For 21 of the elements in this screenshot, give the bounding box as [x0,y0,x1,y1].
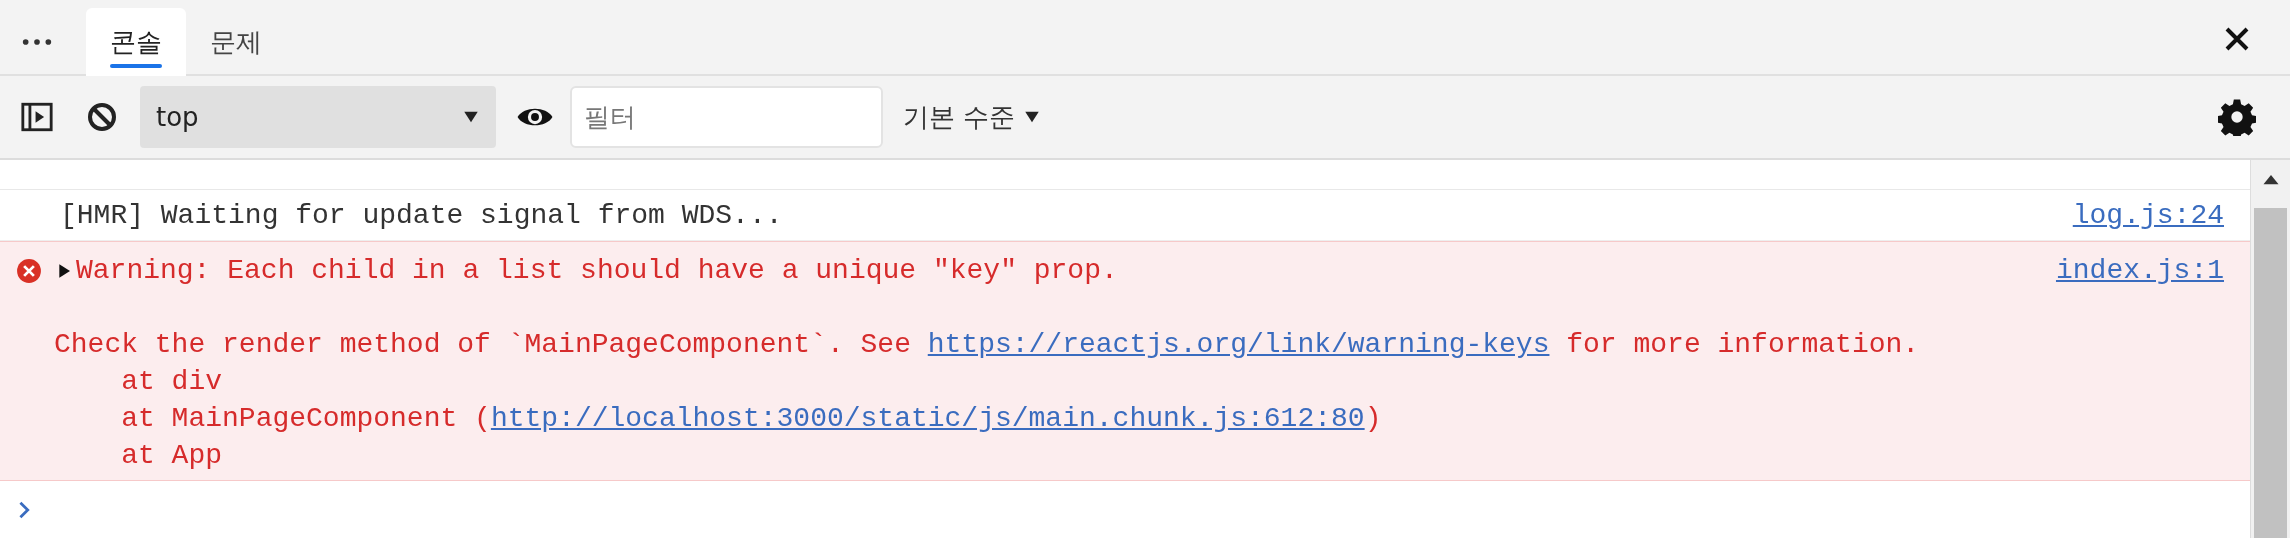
scrollbar-thumb[interactable] [2254,208,2287,538]
source-link[interactable]: log.js:24 [2072,196,2224,234]
error-message: at App [120,439,223,473]
link[interactable]: http://localhost:3000/static/js/main.chunk.js:612:80 [490,403,1365,434]
link[interactable]: https://reactjs.org/link/warning-keys [927,329,1550,360]
log-message: [HMR] Waiting for update signal from WDS... [60,198,784,233]
error-message: Warning: Each child in a list should have a unique "key" prop. [76,254,1118,288]
levels-dropdown[interactable]: 기본 수준 [897,96,1048,138]
error-message: at div [120,365,223,399]
error-message: Check the render method of `MainPageComponent`. See https://reactjs.org/link/warning-keys for more information. [54,328,1920,362]
clear-icon[interactable] [86,101,118,133]
error-icon [16,258,42,284]
filter-field[interactable]: 필터 [570,86,883,148]
expand-icon[interactable] [56,262,72,279]
tab[interactable]: 콘솔 [86,8,186,76]
tab[interactable]: 문제 [186,8,286,76]
source-link[interactable]: index.js:1 [2055,252,2224,289]
context-select[interactable]: top [140,86,496,148]
sidebar-toggle-icon[interactable] [20,100,54,134]
settings-icon[interactable] [2218,98,2256,136]
error-message: at MainPageComponent (http://localhost:3000/static/js/main.chunk.js:612:80) [120,402,1382,436]
